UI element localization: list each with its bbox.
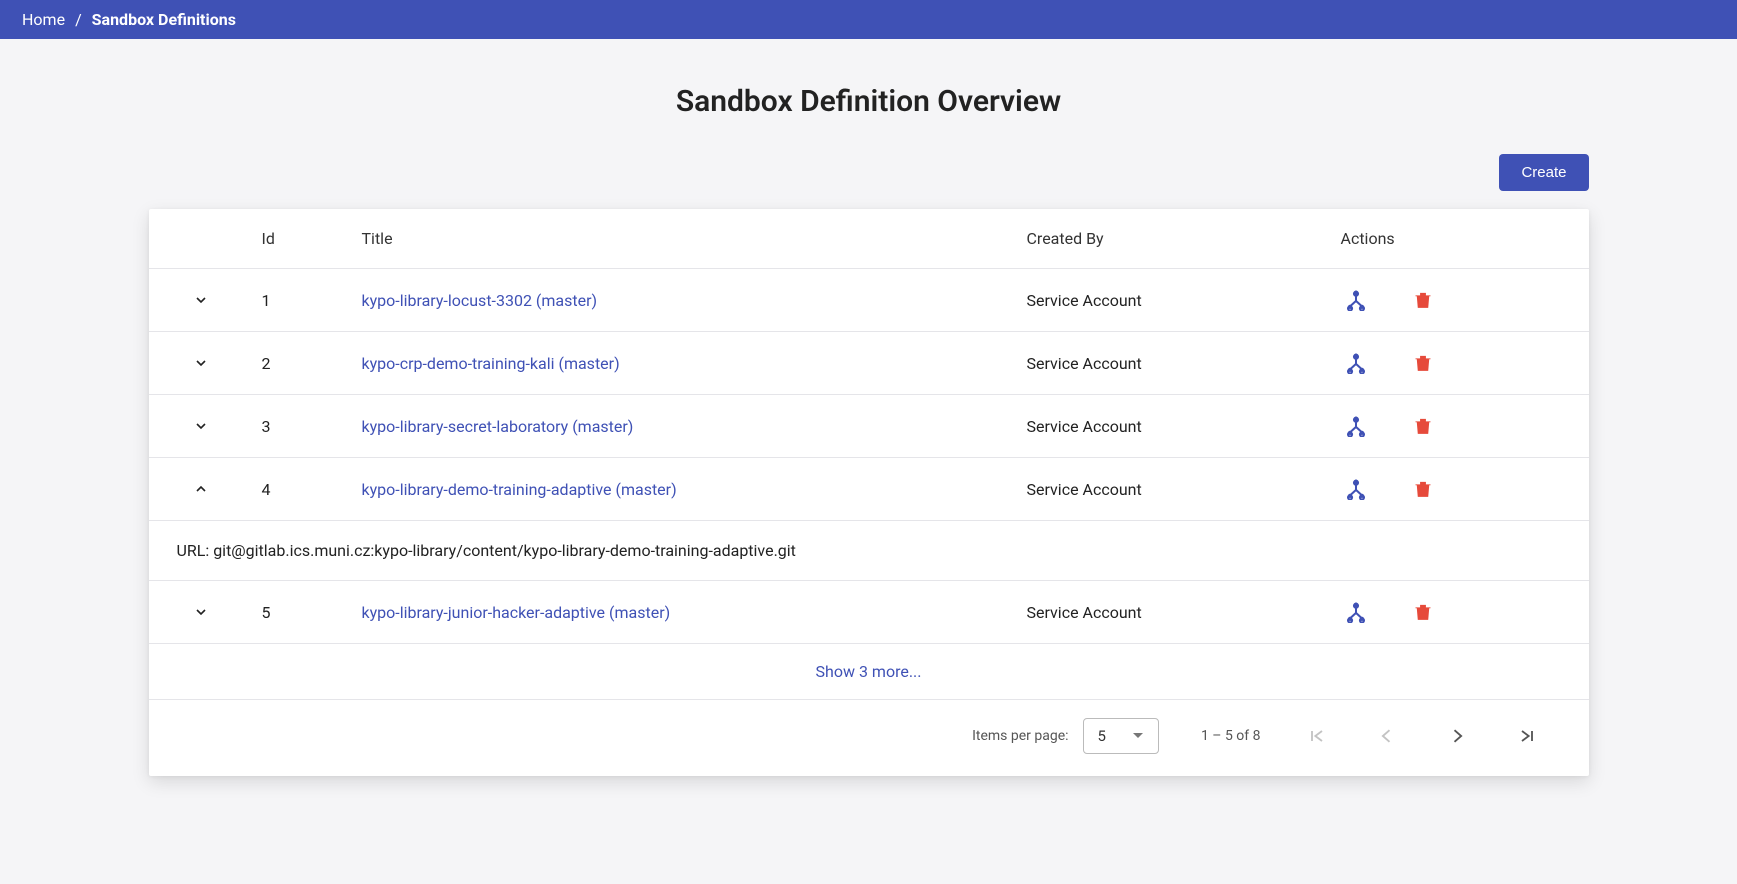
dropdown-arrow-icon — [1132, 732, 1144, 740]
col-header-title: Title — [354, 213, 1019, 264]
trash-icon — [1413, 352, 1433, 374]
table-row: 1 kypo-library-locust-3302 (master) Servic… — [149, 269, 1589, 332]
page-title: Sandbox Definition Overview — [149, 84, 1589, 119]
table-row: 3 kypo-library-secret-laboratory (master)… — [149, 395, 1589, 458]
definition-title-link[interactable]: kypo-library-secret-laboratory (master) — [362, 417, 634, 436]
topology-icon — [1345, 352, 1367, 374]
cell-created-by: Service Account — [1019, 464, 1309, 515]
topology-icon — [1345, 478, 1367, 500]
expand-toggle[interactable] — [189, 600, 213, 624]
paginator-range-label: 1 – 5 of 8 — [1201, 728, 1261, 744]
chevron-down-icon — [193, 604, 209, 620]
topology-icon — [1345, 415, 1367, 437]
breadcrumb-separator: / — [75, 10, 82, 29]
definition-title-link[interactable]: kypo-library-demo-training-adaptive (mas… — [362, 480, 677, 499]
expand-toggle[interactable] — [189, 414, 213, 438]
trash-icon — [1413, 289, 1433, 311]
chevron-down-icon — [193, 355, 209, 371]
paginator: Items per page: 5 1 – 5 of 8 — [149, 700, 1589, 776]
cell-created-by: Service Account — [1019, 587, 1309, 638]
topology-action-button[interactable] — [1341, 285, 1371, 315]
delete-action-button[interactable] — [1409, 411, 1437, 441]
cell-created-by: Service Account — [1019, 275, 1309, 326]
table-row: 2 kypo-crp-demo-training-kali (master) Ser… — [149, 332, 1589, 395]
topology-action-button[interactable] — [1341, 474, 1371, 504]
col-header-actions: Actions — [1309, 213, 1589, 264]
cell-created-by: Service Account — [1019, 338, 1309, 389]
breadcrumb-home-link[interactable]: Home — [22, 10, 65, 29]
chevron-down-icon — [193, 292, 209, 308]
topology-action-button[interactable] — [1341, 411, 1371, 441]
cell-id: 4 — [254, 464, 354, 515]
topology-action-button[interactable] — [1341, 597, 1371, 627]
topology-action-button[interactable] — [1341, 348, 1371, 378]
breadcrumb: Home / Sandbox Definitions — [0, 0, 1737, 39]
definitions-table: Id Title Created By Actions 1 kypo-librar… — [149, 209, 1589, 776]
definition-title-link[interactable]: kypo-library-junior-hacker-adaptive (mas… — [362, 603, 671, 622]
prev-page-button[interactable] — [1373, 722, 1401, 750]
expand-toggle[interactable] — [189, 477, 213, 501]
cell-id: 3 — [254, 401, 354, 452]
create-button[interactable]: Create — [1499, 154, 1588, 191]
table-row: 4 kypo-library-demo-training-adaptive (ma… — [149, 458, 1589, 521]
page-size-select[interactable]: 5 — [1083, 718, 1159, 754]
delete-action-button[interactable] — [1409, 474, 1437, 504]
chevron-down-icon — [193, 418, 209, 434]
topology-icon — [1345, 289, 1367, 311]
trash-icon — [1413, 478, 1433, 500]
trash-icon — [1413, 601, 1433, 623]
last-page-button[interactable] — [1513, 722, 1541, 750]
chevron-up-icon — [193, 481, 209, 497]
topology-icon — [1345, 601, 1367, 623]
expand-toggle[interactable] — [189, 288, 213, 312]
definition-title-link[interactable]: kypo-crp-demo-training-kali (master) — [362, 354, 620, 373]
show-more-link[interactable]: Show 3 more... — [149, 644, 1589, 700]
page-size-value: 5 — [1098, 727, 1106, 745]
first-page-button[interactable] — [1303, 722, 1331, 750]
definition-title-link[interactable]: kypo-library-locust-3302 (master) — [362, 291, 598, 310]
items-per-page-label: Items per page: — [972, 728, 1068, 744]
row-detail: URL: git@gitlab.ics.muni.cz:kypo-library… — [149, 521, 1589, 581]
delete-action-button[interactable] — [1409, 597, 1437, 627]
col-header-id: Id — [254, 213, 354, 264]
breadcrumb-current: Sandbox Definitions — [92, 10, 236, 29]
cell-id: 5 — [254, 587, 354, 638]
expand-toggle[interactable] — [189, 351, 213, 375]
cell-id: 2 — [254, 338, 354, 389]
next-page-button[interactable] — [1443, 722, 1471, 750]
delete-action-button[interactable] — [1409, 348, 1437, 378]
cell-id: 1 — [254, 275, 354, 326]
table-row: 5 kypo-library-junior-hacker-adaptive (ma… — [149, 581, 1589, 644]
delete-action-button[interactable] — [1409, 285, 1437, 315]
col-header-created-by: Created By — [1019, 213, 1309, 264]
trash-icon — [1413, 415, 1433, 437]
cell-created-by: Service Account — [1019, 401, 1309, 452]
table-header-row: Id Title Created By Actions — [149, 209, 1589, 269]
